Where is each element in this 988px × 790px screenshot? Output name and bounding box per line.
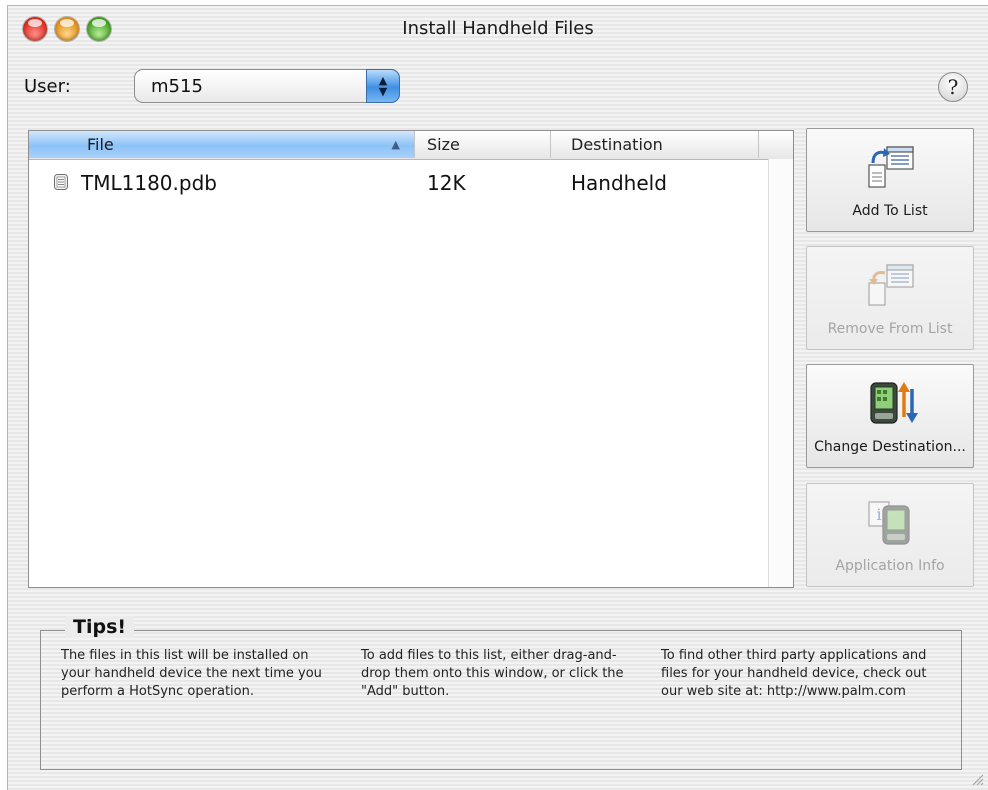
cell-file-size: 12K — [427, 171, 466, 195]
popup-arrows-icon: ▲ ▼ — [366, 69, 400, 103]
add-to-list-icon — [868, 146, 914, 188]
change-destination-label: Change Destination... — [814, 439, 966, 455]
tips-panel: Tips! The files in this list will be ins… — [40, 616, 962, 770]
change-destination-icon — [870, 382, 918, 424]
add-to-list-button[interactable]: Add To List — [806, 128, 974, 232]
application-info-button[interactable]: i Application Info — [806, 483, 974, 587]
vertical-scrollbar[interactable] — [768, 159, 793, 587]
tip-text: The files in this list will be installed… — [61, 648, 322, 699]
application-info-label: Application Info — [835, 558, 945, 574]
tip-text: To find other third party applications a… — [661, 648, 927, 699]
list-header: File ▲ Size Destination — [29, 131, 793, 160]
cell-destination: Handheld — [571, 171, 667, 195]
column-header-spacer — [759, 131, 793, 158]
tip-text: To add files to this list, either drag-a… — [361, 648, 624, 699]
tips-title: Tips! — [65, 616, 135, 638]
svg-text:i: i — [876, 505, 881, 524]
title-bar[interactable]: Install Handheld Files — [8, 6, 988, 46]
add-to-list-label: Add To List — [852, 203, 928, 219]
column-header-size[interactable]: Size — [415, 131, 551, 158]
table-row[interactable]: TML1180.pdb 12K Handheld — [29, 167, 771, 197]
remove-from-list-label: Remove From List — [827, 321, 953, 337]
database-file-icon — [54, 174, 68, 190]
install-handheld-files-window: Install Handheld Files User: m515 ▲ ▼ ? F… — [8, 6, 988, 790]
application-info-icon: i — [868, 501, 910, 545]
resize-grip-icon[interactable] — [970, 772, 984, 786]
column-header-file[interactable]: File ▲ — [29, 131, 415, 158]
user-label: User: — [24, 76, 71, 97]
cell-file-name: TML1180.pdb — [81, 171, 217, 195]
file-list[interactable]: File ▲ Size Destination TML1180.pdb 12K … — [28, 130, 794, 588]
window-title: Install Handheld Files — [402, 18, 594, 39]
remove-from-list-icon — [868, 264, 914, 306]
change-destination-button[interactable]: Change Destination... — [806, 364, 974, 468]
sort-ascending-icon: ▲ — [391, 138, 400, 151]
help-button[interactable]: ? — [938, 72, 968, 102]
column-header-destination[interactable]: Destination — [551, 131, 759, 158]
user-popup-menu[interactable]: m515 ▲ ▼ — [134, 69, 400, 103]
user-selected-value: m515 — [151, 76, 203, 97]
column-header-file-label: File — [87, 135, 114, 154]
remove-from-list-button[interactable]: Remove From List — [806, 246, 974, 350]
